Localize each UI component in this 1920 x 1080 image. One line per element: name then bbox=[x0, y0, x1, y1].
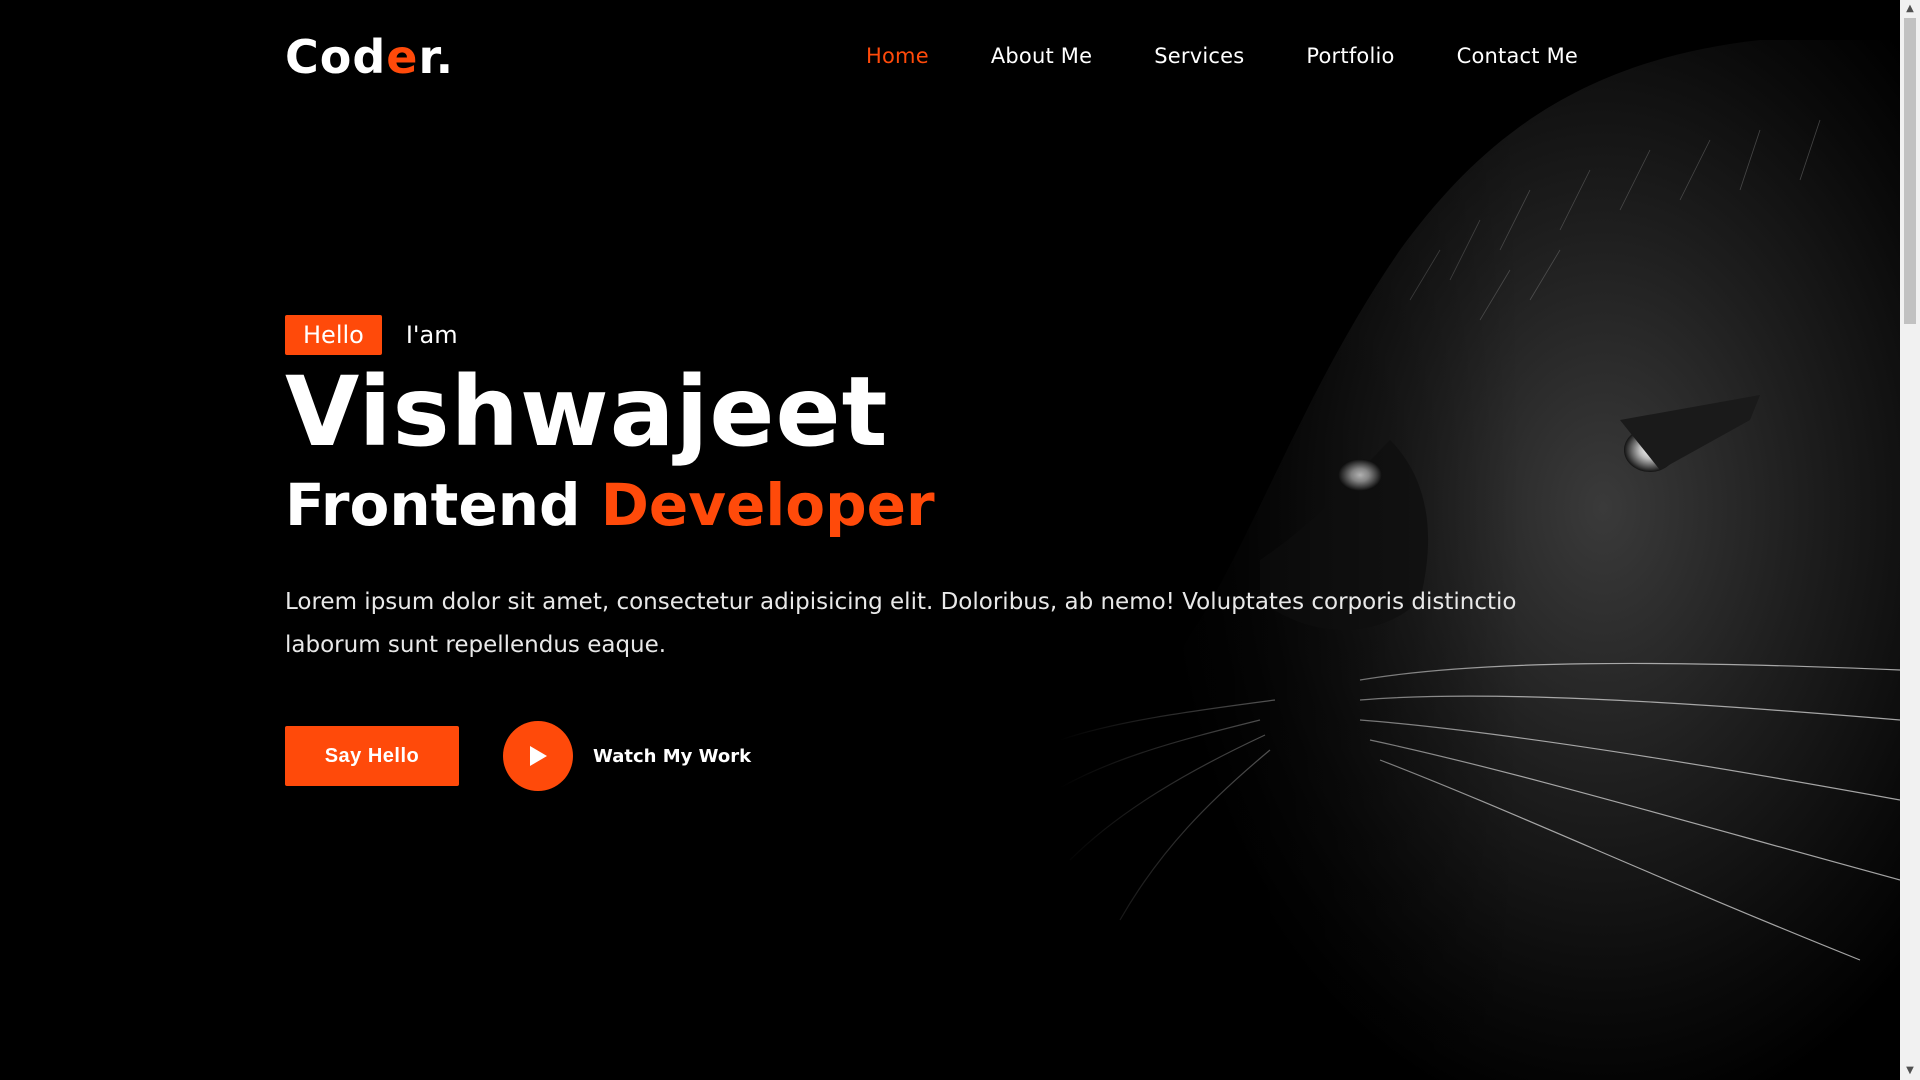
nav-item-home[interactable]: Home bbox=[866, 44, 929, 68]
play-button[interactable] bbox=[503, 721, 573, 791]
hero-name: Vishwajeet bbox=[285, 356, 889, 468]
greeting-row: Hello I'am bbox=[285, 315, 1585, 355]
watch-my-work-link[interactable]: Watch My Work bbox=[593, 746, 751, 767]
play-icon bbox=[530, 746, 547, 766]
main-nav: Home About Me Services Portfolio Contact… bbox=[866, 44, 1578, 68]
intro-text: I'am bbox=[405, 321, 458, 349]
nav-item-contact-me[interactable]: Contact Me bbox=[1457, 44, 1578, 68]
logo-text-part2: r. bbox=[418, 30, 455, 84]
nav-item-portfolio[interactable]: Portfolio bbox=[1306, 44, 1394, 68]
hero-role-text: Frontend bbox=[285, 471, 581, 539]
site-logo[interactable]: Coder. bbox=[285, 30, 454, 84]
nav-item-about-me[interactable]: About Me bbox=[991, 44, 1092, 68]
scroll-thumb[interactable] bbox=[1904, 18, 1916, 324]
chevron-down-icon[interactable]: ▼ bbox=[1900, 1062, 1920, 1080]
logo-text-accent: e bbox=[386, 30, 419, 84]
hero-description: Lorem ipsum dolor sit amet, consectetur … bbox=[285, 589, 1517, 658]
hero-role-accent: Developer bbox=[600, 471, 935, 539]
hello-badge: Hello bbox=[285, 315, 382, 355]
vertical-scrollbar[interactable]: ▲ ▼ bbox=[1900, 0, 1920, 1080]
say-hello-button[interactable]: Say Hello bbox=[285, 726, 459, 786]
hero-section: Hello I'am Vishwajeet Frontend Developer… bbox=[285, 315, 1585, 791]
chevron-up-icon[interactable]: ▲ bbox=[1900, 0, 1920, 18]
logo-text-part1: Cod bbox=[285, 30, 387, 84]
cta-row: Say Hello Watch My Work bbox=[285, 721, 1585, 791]
nav-item-services[interactable]: Services bbox=[1154, 44, 1244, 68]
hero-role: Frontend Developer bbox=[285, 467, 1585, 543]
page: Coder. Home About Me Services Portfolio … bbox=[0, 0, 1920, 1080]
